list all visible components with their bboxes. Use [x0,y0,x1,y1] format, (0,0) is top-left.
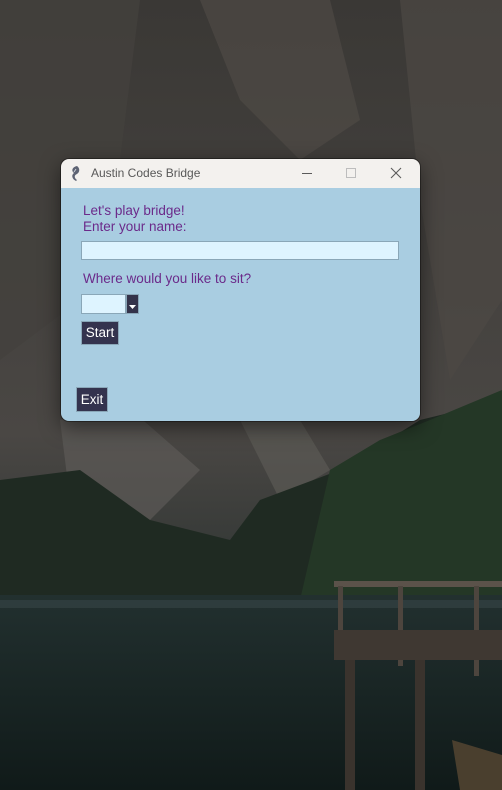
name-label: Enter your name: [83,219,187,234]
seat-selected-value[interactable] [81,294,126,314]
start-button[interactable]: Start [81,321,119,345]
window-client-area: Let's play bridge! Enter your name: Wher… [61,188,420,421]
minimize-button[interactable] [285,159,329,188]
feather-app-icon [72,166,80,181]
title-bar[interactable]: Austin Codes Bridge [61,159,420,188]
close-button[interactable] [374,159,418,188]
app-window: Austin Codes Bridge Let's play bridge! E… [61,159,420,421]
name-input[interactable] [81,241,399,260]
window-title: Austin Codes Bridge [91,166,201,180]
close-icon [390,167,402,179]
maximize-button[interactable] [329,159,373,188]
minimize-icon [302,173,312,174]
exit-button[interactable]: Exit [76,387,108,412]
maximize-icon [346,168,356,178]
greeting-label: Let's play bridge! [83,203,185,218]
seat-dropdown[interactable] [81,294,139,314]
seat-dropdown-button[interactable] [126,294,139,314]
chevron-down-icon [129,305,136,309]
seat-label: Where would you like to sit? [83,271,252,286]
